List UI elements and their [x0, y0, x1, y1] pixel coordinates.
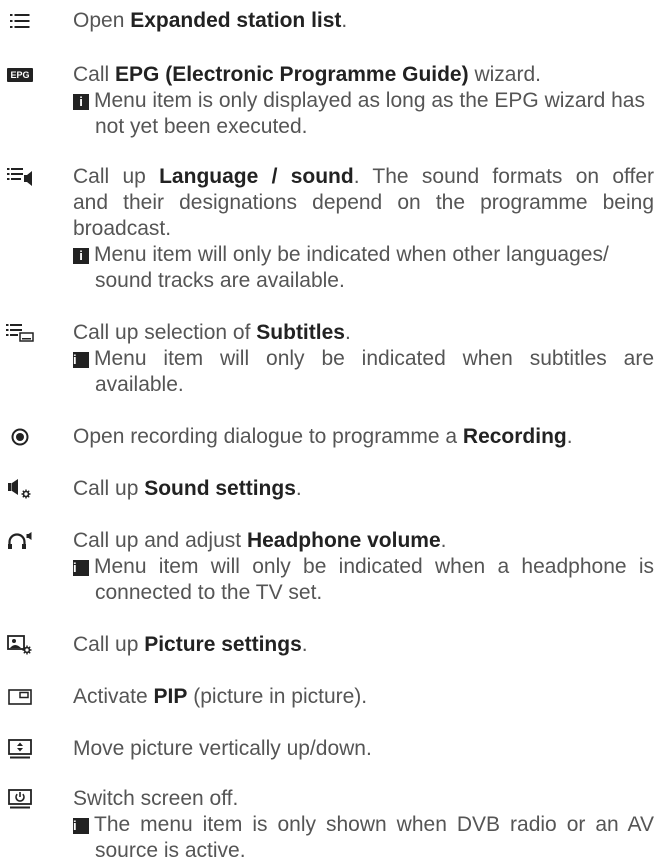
- picture-settings-icon: [0, 632, 40, 658]
- list-icon: [0, 8, 40, 34]
- entry-text: Call up Language / sound. The sound form…: [73, 165, 654, 188]
- info-icon: i: [73, 248, 89, 264]
- info-icon: i: [73, 818, 89, 834]
- move-picture-icon: [0, 736, 40, 762]
- entry-text: Open Expanded station list.: [73, 9, 348, 32]
- epg-icon: EPG: [0, 62, 40, 88]
- entry-text: Call up Picture settings.: [73, 633, 308, 656]
- entry-text: Call up selection of Subtitles.: [73, 321, 351, 344]
- info-icon: i: [73, 94, 89, 110]
- entry-text: Call EPG (Electronic Programme Guide) wi…: [73, 63, 541, 86]
- headphone-icon: [0, 528, 40, 554]
- info-note: i Menu item will only be indicated when s…: [73, 347, 654, 396]
- entry-text: Call up and adjust Headphone volume.: [73, 529, 447, 552]
- entry-text: Call up Sound settings.: [73, 477, 302, 500]
- info-note: i Menu item will only be indicated when a…: [73, 555, 654, 604]
- pip-icon: [0, 684, 40, 710]
- info-note: i Menu item is only displayed as long as …: [73, 88, 654, 140]
- record-icon: [0, 424, 40, 450]
- info-icon: i: [73, 560, 89, 576]
- entry-text: Switch screen off.: [73, 787, 239, 810]
- subtitles-icon: [0, 320, 40, 346]
- entry-text: Activate PIP (picture in picture).: [73, 685, 368, 708]
- info-note: i The menu item is only shown when DVB ra…: [73, 813, 654, 862]
- language-sound-icon: [0, 164, 40, 190]
- menu-icon-legend: Open Expanded station list. EPG Call EPG…: [0, 0, 656, 862]
- sound-settings-icon: [0, 476, 40, 502]
- entry-text: Move picture vertically up/down.: [73, 737, 372, 760]
- info-icon: i: [73, 352, 89, 368]
- info-note: i Menu item will only be indicated when o…: [73, 242, 654, 294]
- screen-off-icon: [0, 786, 40, 812]
- entry-text: Open recording dialogue to programme a R…: [73, 425, 573, 448]
